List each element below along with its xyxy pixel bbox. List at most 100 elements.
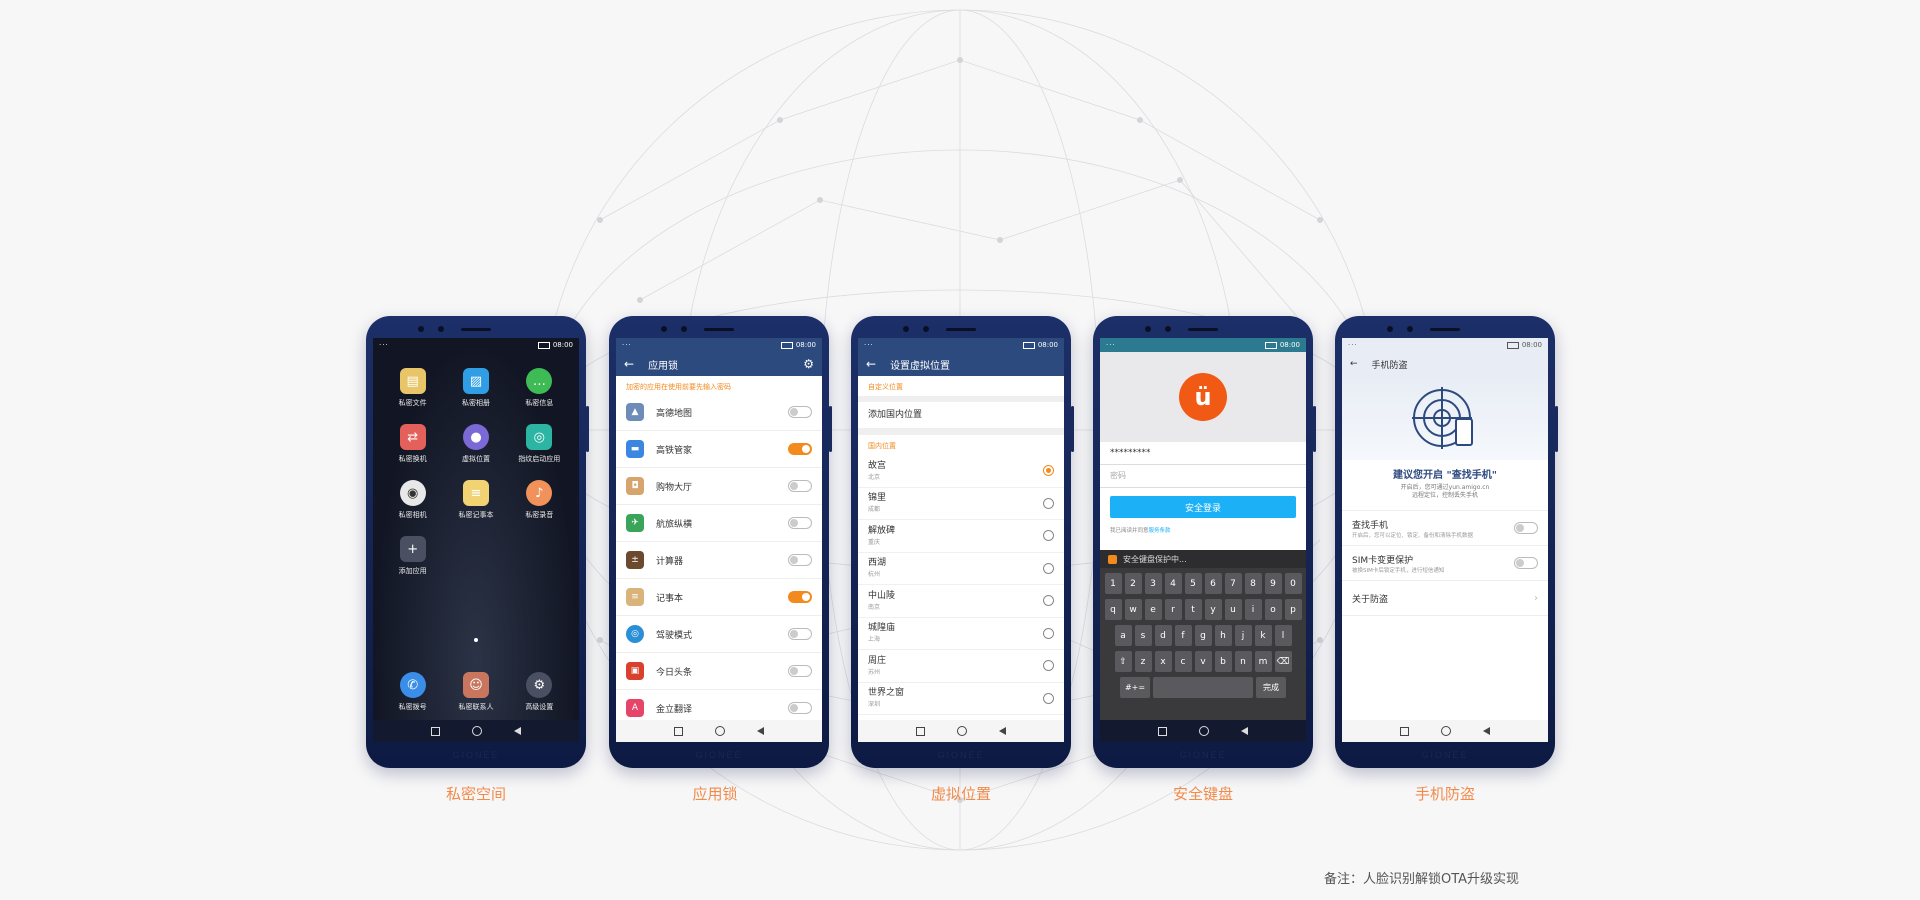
password-field[interactable]: 密码	[1100, 465, 1306, 488]
key[interactable]: e	[1144, 599, 1162, 620]
list-item[interactable]: ▣ 今日头条	[616, 653, 822, 690]
account-field[interactable]: *********	[1100, 442, 1306, 465]
recents-button[interactable]	[674, 726, 683, 736]
radio-button[interactable]	[1043, 465, 1054, 477]
back-button[interactable]	[514, 727, 521, 735]
lock-toggle[interactable]	[788, 665, 812, 677]
recents-button[interactable]	[1158, 726, 1167, 736]
shift-key[interactable]: ⇧	[1114, 651, 1132, 672]
lock-toggle[interactable]	[788, 628, 812, 640]
back-arrow-icon[interactable]: ←	[1350, 359, 1358, 369]
app-private-dialer[interactable]: ✆ 私密拨号	[381, 672, 444, 712]
list-item[interactable]: 中山陵 南京	[858, 585, 1064, 618]
app-private-camera[interactable]: ◉ 私密相机	[381, 480, 444, 520]
key[interactable]: f	[1174, 625, 1192, 646]
key[interactable]: 3	[1144, 573, 1162, 594]
app-private-album[interactable]: ▨ 私密相册	[444, 368, 507, 408]
key[interactable]: r	[1164, 599, 1182, 620]
key[interactable]: p	[1284, 599, 1302, 620]
app-private-recorder[interactable]: ♪ 私密录音	[508, 480, 571, 520]
key[interactable]: 5	[1184, 573, 1202, 594]
gear-icon[interactable]: ⚙	[803, 357, 814, 371]
lock-toggle[interactable]	[788, 406, 812, 418]
recents-button[interactable]	[1400, 726, 1409, 736]
key[interactable]: k	[1254, 625, 1272, 646]
radio-button[interactable]	[1043, 497, 1054, 509]
app-private-notes[interactable]: ≡ 私密记事本	[444, 480, 507, 520]
list-item[interactable]: 关于防盗 ›	[1342, 581, 1548, 616]
secure-login-button[interactable]: 安全登录	[1110, 496, 1296, 518]
app-fingerprint-launch[interactable]: ◎ 指纹启动应用	[508, 424, 571, 464]
terms-link[interactable]: 服务条款	[1149, 528, 1171, 534]
key[interactable]: v	[1194, 651, 1212, 672]
list-item[interactable]: 世界之窗 深圳	[858, 683, 1064, 715]
key[interactable]: i	[1244, 599, 1262, 620]
key[interactable]: 0	[1284, 573, 1302, 594]
app-add[interactable]: + 添加应用	[381, 536, 444, 576]
list-item[interactable]: 解放碑 重庆	[858, 520, 1064, 553]
add-location-button[interactable]: 添加国内位置	[858, 402, 1064, 429]
agreement-text[interactable]: 我已阅读并同意服务条款	[1100, 522, 1306, 538]
symbol-key[interactable]: #+=	[1120, 677, 1150, 698]
lock-toggle[interactable]	[788, 480, 812, 492]
key[interactable]: x	[1154, 651, 1172, 672]
key[interactable]: b	[1214, 651, 1232, 672]
lock-toggle[interactable]	[788, 554, 812, 566]
app-private-message[interactable]: … 私密信息	[508, 368, 571, 408]
sim-protect-toggle[interactable]	[1514, 557, 1538, 569]
key[interactable]: d	[1154, 625, 1172, 646]
home-button[interactable]	[472, 726, 482, 736]
home-button[interactable]	[957, 726, 967, 736]
list-item[interactable]: ✈ 航旅纵横	[616, 505, 822, 542]
lock-toggle[interactable]	[788, 517, 812, 529]
app-advanced-settings[interactable]: ⚙ 高级设置	[508, 672, 571, 712]
key[interactable]: n	[1234, 651, 1252, 672]
key[interactable]: h	[1214, 625, 1232, 646]
key[interactable]: w	[1124, 599, 1142, 620]
list-item[interactable]: 西湖 杭州	[858, 553, 1064, 585]
list-item[interactable]: SIM卡变更保护 被换SIM卡后锁定手机，进行短信通知	[1342, 546, 1548, 581]
home-button[interactable]	[1441, 726, 1451, 736]
key[interactable]: s	[1134, 625, 1152, 646]
key[interactable]: y	[1204, 599, 1222, 620]
key[interactable]: 9	[1264, 573, 1282, 594]
radio-button[interactable]	[1043, 692, 1054, 704]
app-virtual-location[interactable]: ● 虚拟位置	[444, 424, 507, 464]
key[interactable]: c	[1174, 651, 1192, 672]
key[interactable]: z	[1134, 651, 1152, 672]
radio-button[interactable]	[1043, 627, 1054, 639]
space-key[interactable]	[1153, 677, 1253, 698]
list-item[interactable]: 城隍庙 上海	[858, 618, 1064, 650]
lock-toggle[interactable]	[788, 591, 812, 603]
key[interactable]: 8	[1244, 573, 1262, 594]
key[interactable]: t	[1184, 599, 1202, 620]
key[interactable]: u	[1224, 599, 1242, 620]
list-item[interactable]: 故宫 北京	[858, 455, 1064, 488]
radio-button[interactable]	[1043, 595, 1054, 607]
home-button[interactable]	[715, 726, 725, 736]
list-item[interactable]: ± 计算器	[616, 542, 822, 579]
recents-button[interactable]	[916, 726, 925, 736]
key[interactable]: 7	[1224, 573, 1242, 594]
back-button[interactable]	[1483, 727, 1490, 735]
done-key[interactable]: 完成	[1256, 677, 1286, 698]
app-private-files[interactable]: ▤ 私密文件	[381, 368, 444, 408]
back-button[interactable]	[1241, 727, 1248, 735]
radio-button[interactable]	[1043, 562, 1054, 574]
key[interactable]: g	[1194, 625, 1212, 646]
back-button[interactable]	[999, 727, 1006, 735]
key[interactable]: l	[1274, 625, 1292, 646]
app-private-transfer[interactable]: ⇄ 私密换机	[381, 424, 444, 464]
key[interactable]: q	[1104, 599, 1122, 620]
backspace-key[interactable]: ⌫	[1274, 651, 1292, 672]
list-item[interactable]: ◘ 购物大厅	[616, 468, 822, 505]
key[interactable]: 4	[1164, 573, 1182, 594]
back-arrow-icon[interactable]: ←	[624, 357, 634, 371]
lock-toggle[interactable]	[788, 443, 812, 455]
radio-button[interactable]	[1043, 530, 1054, 542]
list-item[interactable]: 锦里 成都	[858, 488, 1064, 520]
key[interactable]: m	[1254, 651, 1272, 672]
find-phone-toggle[interactable]	[1514, 522, 1538, 534]
list-item[interactable]: 周庄 苏州	[858, 650, 1064, 683]
list-item[interactable]: ▬ 高铁管家	[616, 431, 822, 468]
